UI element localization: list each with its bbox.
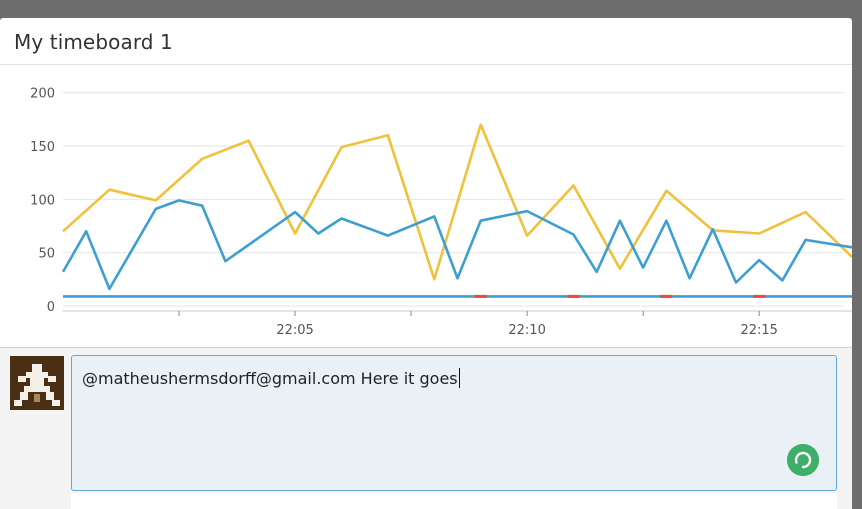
comment-input[interactable]: @matheushermsdorff@gmail.com Here it goe… (71, 355, 837, 491)
timeseries-chart[interactable]: 0 50 100 150 200 22:05 22:10 22:15 (0, 18, 852, 348)
text-caret (458, 368, 460, 388)
x-tick-label: 22:10 (508, 323, 545, 338)
y-tick-label: 200 (30, 87, 55, 102)
x-tick-label: 22:05 (276, 323, 313, 338)
event-marker[interactable] (474, 294, 487, 298)
event-marker[interactable] (567, 294, 580, 298)
y-tick-label: 150 (30, 140, 55, 155)
comment-footer-strip (71, 493, 837, 509)
y-tick-label: 0 (47, 300, 55, 315)
series-layer (61, 123, 852, 298)
user-avatar[interactable] (10, 356, 64, 410)
event-marker[interactable] (753, 294, 766, 298)
series-line-2[interactable] (61, 199, 852, 291)
refresh-send-icon (787, 444, 819, 476)
send-button[interactable] (787, 444, 819, 476)
pixel-avatar-icon (10, 356, 64, 410)
y-tick-label: 50 (38, 247, 55, 262)
comment-text: @matheushermsdorff@gmail.com Here it goe… (82, 369, 458, 388)
y-tick-label: 100 (30, 193, 55, 208)
x-tick-label: 22:15 (740, 323, 777, 338)
event-marker[interactable] (660, 294, 673, 298)
timeboard-panel: My timeboard 1 0 50 100 150 200 22:05 22:10 22:… (0, 18, 852, 509)
window-edge (852, 18, 862, 508)
comment-area: @matheushermsdorff@gmail.com Here it goe… (0, 347, 852, 509)
